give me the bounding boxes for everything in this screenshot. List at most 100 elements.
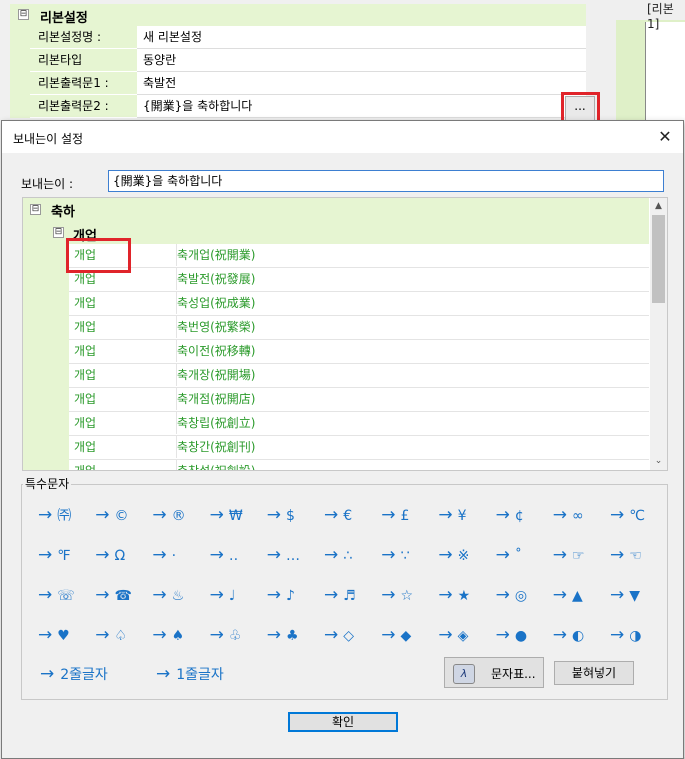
scroll-down-icon[interactable]: ⌄ [650, 453, 667, 470]
symbol-button[interactable]: → ¥ [438, 505, 494, 531]
symbol-button[interactable]: →… [267, 545, 323, 571]
symbol-button[interactable]: → · [152, 545, 208, 571]
scrollbar-thumb[interactable] [652, 215, 665, 303]
symbol-button[interactable]: → ∵ [381, 545, 437, 571]
symbol-button[interactable]: → ◈ [438, 625, 494, 651]
collapse-toggle-icon[interactable]: ⊟ [18, 9, 29, 20]
item-category: 개업 [69, 364, 177, 386]
symbol-button[interactable]: → ℉ [38, 545, 94, 571]
symbol-button[interactable]: → ∞ [553, 505, 609, 531]
symbol-char: ☜ [629, 548, 642, 564]
symbol-char: ♤ [114, 628, 127, 644]
symbol-button[interactable]: → ㈜ [38, 505, 94, 531]
symbol-button[interactable]: → ▲ [553, 585, 609, 611]
property-row[interactable]: 리본설정명 : 새 리본설정 [10, 26, 586, 49]
symbol-button[interactable]: → ◆ [381, 625, 437, 651]
close-icon[interactable]: ✕ [655, 127, 675, 147]
symbol-button[interactable]: → ♧ [210, 625, 266, 651]
ok-button[interactable]: 확인 [288, 712, 398, 732]
list-item[interactable]: 개업 축창설(祝創設) [69, 460, 649, 470]
ribbon-settings-group-header[interactable]: ⊟ 리본설정 [10, 4, 586, 26]
property-value-ribbon-type[interactable]: 동양란 [137, 49, 586, 72]
symbol-button[interactable]: → ♥ [38, 625, 94, 651]
symbol-button[interactable]: → ® [152, 505, 208, 531]
symbol-button[interactable]: → ♪ [267, 585, 323, 611]
arrow-right-icon: → [324, 585, 339, 605]
symbol-char: ㈜ [57, 508, 72, 524]
symbol-button[interactable]: → ★ [438, 585, 494, 611]
list-item[interactable]: 개업 축이전(祝移轉) [69, 340, 649, 364]
symbol-button[interactable]: → ¢ [496, 505, 552, 531]
list-item[interactable]: 개업 축번영(祝繁榮) [69, 316, 649, 340]
symbol-button[interactable]: → ▼ [610, 585, 666, 611]
property-label: 리본출력문1 : [30, 72, 145, 95]
arrow-right-icon: → [152, 585, 167, 605]
symbol-button[interactable]: → ◑ [610, 625, 666, 651]
arrow-right-icon: → [266, 545, 282, 565]
list-item[interactable]: 개업 축창간(祝創刊) [69, 436, 649, 460]
collapse-toggle-icon[interactable]: ⊟ [53, 227, 64, 238]
property-label: 리본타입 [30, 49, 145, 72]
vertical-scrollbar[interactable]: ▲ ⌄ [650, 198, 667, 470]
symbol-button[interactable]: → ‥ [210, 545, 266, 571]
two-line-text-button[interactable]: → 2줄글자 [40, 664, 108, 684]
symbol-button[interactable]: → ● [496, 625, 552, 651]
symbol-button[interactable]: → ♩ [210, 585, 266, 611]
scroll-up-icon[interactable]: ▲ [650, 198, 667, 215]
symbol-button[interactable]: → ☆ [381, 585, 437, 611]
property-row[interactable]: 리본출력문1 : 축발전 [10, 72, 586, 95]
symbol-button[interactable]: → ☜ [610, 545, 666, 571]
one-line-text-button[interactable]: → 1줄글자 [156, 664, 224, 684]
symbol-button[interactable]: → ◎ [496, 585, 552, 611]
list-item[interactable]: 개업 축창립(祝創立) [69, 412, 649, 436]
item-category: 개업 [69, 460, 177, 470]
list-item[interactable]: 개업 축발전(祝發展) [69, 268, 649, 292]
symbol-button[interactable]: → $ [267, 505, 323, 531]
dialog-titlebar[interactable]: 보내는이 설정 ✕ [2, 121, 683, 153]
arrow-right-icon: → [610, 545, 625, 565]
list-item[interactable]: 개업 축개장(祝開場) [69, 364, 649, 388]
symbol-button[interactable]: → ♨ [152, 585, 208, 611]
list-item[interactable]: 개업 축개업(祝開業) [69, 244, 649, 268]
arrow-right-icon: → [156, 664, 171, 684]
collapse-toggle-icon[interactable]: ⊟ [30, 204, 41, 215]
sender-settings-dialog: 보내는이 설정 ✕ 보내는이 : ⊟ 축하 ⊟ 개업 개업축개업(祝開業) 개업… [1, 120, 684, 759]
sender-input[interactable] [108, 170, 664, 192]
arrow-right-icon: → [38, 585, 53, 605]
arrow-right-icon: → [438, 505, 453, 525]
symbol-button[interactable]: → ♣ [267, 625, 323, 651]
tree-group-congrats[interactable]: ⊟ 축하 [23, 198, 649, 220]
symbol-char: ◈ [457, 628, 469, 644]
dialog-title: 보내는이 설정 [13, 132, 84, 146]
symbol-char: ● [514, 628, 528, 644]
symbol-button[interactable]: → Ω [95, 545, 151, 571]
property-value-ribbon-text2[interactable]: {開業}을 축하합니다 [137, 95, 586, 118]
list-item[interactable]: 개업 축성업(祝成業) [69, 292, 649, 316]
property-row[interactable]: 리본출력문2 : {開業}을 축하합니다 [10, 95, 586, 118]
symbol-button[interactable]: → ♠ [152, 625, 208, 651]
paste-button[interactable]: 붙혀넣기 [554, 661, 634, 685]
symbol-button[interactable]: → ☏ [38, 585, 94, 611]
symbol-button[interactable]: → ˚ [496, 545, 552, 571]
symbol-button[interactable]: → € [324, 505, 380, 531]
list-item[interactable]: 개업 축개점(祝開店) [69, 388, 649, 412]
arrow-right-icon: → [552, 625, 568, 645]
property-row[interactable]: 리본타입 동양란 [10, 49, 586, 72]
symbol-button[interactable]: → ☎ [95, 585, 151, 611]
symbol-button[interactable]: → ₩ [210, 505, 266, 531]
item-category: 개업 [69, 316, 177, 338]
symbol-button[interactable]: → ※ [438, 545, 494, 571]
symbol-button[interactable]: → ℃ [610, 505, 666, 531]
character-map-button[interactable]: λ 문자표... [444, 657, 544, 688]
symbol-button[interactable]: → © [95, 505, 151, 531]
symbol-button[interactable]: → ◇ [324, 625, 380, 651]
symbol-button[interactable]: → £ [381, 505, 437, 531]
property-value-ribbon-name[interactable]: 새 리본설정 [137, 26, 586, 49]
property-value-ribbon-text1[interactable]: 축발전 [137, 72, 586, 95]
symbol-button[interactable]: → ☞ [553, 545, 609, 571]
symbol-button[interactable]: → ♬ [324, 585, 380, 611]
symbol-button[interactable]: → ◐ [553, 625, 609, 651]
symbol-button[interactable]: → ♤ [95, 625, 151, 651]
symbol-button[interactable]: → ∴ [324, 545, 380, 571]
arrow-right-icon: → [610, 585, 625, 605]
